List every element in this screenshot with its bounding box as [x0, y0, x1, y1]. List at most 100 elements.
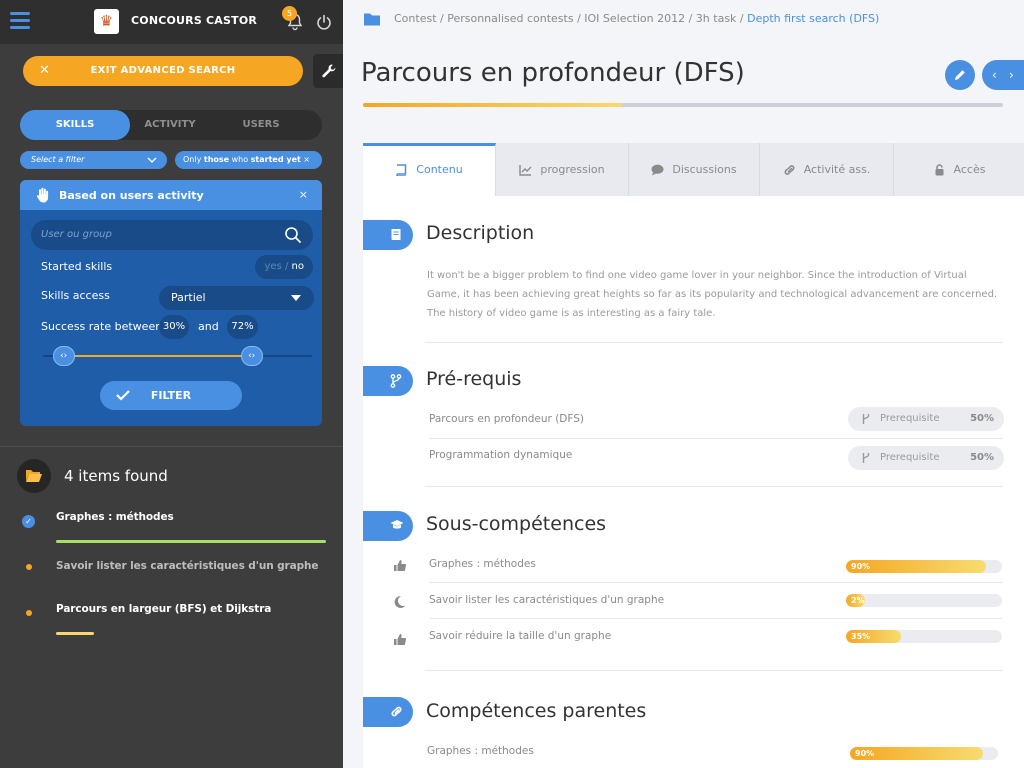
activity-panel-header: Based on users activity ×	[20, 180, 322, 210]
tab-activity[interactable]: ACTIVITY	[130, 110, 210, 140]
sidebar-header: ♛ CONCOURS CASTOR 5	[0, 0, 343, 44]
activity-panel-title: Based on users activity	[59, 189, 204, 202]
tab-skills[interactable]: SKILLS	[20, 110, 130, 140]
section-divider	[425, 342, 1003, 343]
chevron-down-icon	[147, 157, 157, 163]
folder-icon	[364, 13, 380, 26]
tab-discussions-label: Discussions	[672, 163, 737, 176]
book-icon	[396, 164, 407, 176]
subskill-label[interactable]: Graphes : méthodes	[429, 558, 536, 570]
notification-badge: 5	[282, 6, 297, 21]
checked-icon: ✓	[22, 515, 35, 528]
filter-button-label: FILTER	[150, 389, 192, 402]
result-dot	[26, 564, 32, 570]
started-skills-label: Started skills	[41, 260, 113, 273]
chip-bold-2: started yet	[250, 155, 301, 164]
tab-users[interactable]: USERS	[210, 110, 312, 140]
tab-activite-label: Activité ass.	[803, 163, 871, 176]
tab-discussions[interactable]: Discussions	[629, 143, 760, 196]
success-max-value[interactable]: 72%	[227, 315, 258, 339]
range-handle-min[interactable]: ‹›	[52, 346, 75, 366]
chart-icon	[519, 165, 532, 176]
chip-middle: who	[229, 155, 251, 164]
tab-contenu-label: Contenu	[416, 163, 463, 176]
subskill-label[interactable]: Savoir lister les caractéristiques d'un …	[429, 594, 664, 606]
graduation-cap-icon	[390, 520, 404, 529]
wrench-button[interactable]	[313, 54, 343, 88]
skills-access-select[interactable]: Partiel	[159, 286, 314, 310]
close-icon: ✕	[39, 63, 51, 78]
result-progress-bar	[56, 632, 94, 635]
result-item[interactable]: Parcours en largeur (BFS) et Dijkstra	[56, 603, 271, 615]
section-tab-subskills	[363, 511, 413, 541]
section-title-description: Description	[426, 222, 535, 244]
success-min-value[interactable]: 30%	[159, 315, 189, 339]
subskill-progress-bar: 35%	[846, 630, 1002, 643]
skills-access-value: Partiel	[171, 291, 206, 304]
tab-activite[interactable]: Activité ass.	[760, 143, 894, 196]
parent-progress-bar: 90%	[850, 747, 998, 760]
chip-close-icon[interactable]: ×	[303, 151, 310, 169]
tab-contenu[interactable]: Contenu	[363, 143, 496, 196]
section-tab-prerequisites	[363, 366, 413, 396]
activity-panel-close-icon[interactable]: ×	[299, 188, 308, 201]
title-progress-fill	[363, 103, 623, 107]
branch-icon	[862, 453, 870, 463]
result-dot	[26, 610, 32, 616]
breadcrumb-current[interactable]: Depth first search (DFS)	[747, 12, 879, 25]
thumbs-up-icon	[394, 560, 406, 572]
chevron-left-icon[interactable]: ‹	[992, 60, 997, 90]
range-handle-max[interactable]: ‹›	[240, 346, 263, 366]
tab-progression-label: progression	[540, 163, 605, 176]
tab-acces[interactable]: Accès	[894, 143, 1024, 196]
content-tabs: Contenu progression Discussions Activité…	[363, 143, 1024, 196]
started-skills-toggle[interactable]: yes / no	[255, 255, 313, 279]
section-divider	[425, 670, 1003, 671]
success-range-fill	[63, 355, 252, 357]
user-group-search-input[interactable]: User ou group	[31, 220, 313, 250]
check-icon	[116, 390, 130, 401]
prerequisite-label[interactable]: Parcours en profondeur (DFS)	[429, 413, 584, 425]
tab-progression[interactable]: progression	[496, 143, 629, 196]
success-and-label: and	[198, 320, 219, 333]
activity-filter-panel: Based on users activity × User ou group …	[20, 180, 322, 426]
result-item[interactable]: Graphes : méthodes	[56, 511, 174, 523]
active-filter-chip[interactable]: Only those who started yet ×	[175, 151, 322, 169]
filter-select[interactable]: Select a filter	[20, 151, 167, 169]
pencil-icon	[955, 70, 965, 80]
subskill-pct: 90%	[851, 562, 871, 571]
result-item[interactable]: Savoir lister les caractéristiques d'un …	[56, 560, 319, 572]
caret-down-icon	[291, 295, 301, 301]
section-tab-parents	[363, 697, 413, 727]
sidebar-divider	[0, 446, 343, 447]
tab-acces-label: Accès	[953, 163, 986, 176]
subskill-label[interactable]: Savoir réduire la taille d'un graphe	[429, 630, 611, 642]
breadcrumb-path[interactable]: Contest / Personnalised contests / IOI S…	[394, 12, 747, 25]
parent-skill-label[interactable]: Graphes : méthodes	[427, 745, 534, 757]
power-icon[interactable]	[316, 14, 332, 30]
search-icon[interactable]	[284, 226, 302, 244]
success-rate-label: Success rate between	[41, 320, 163, 333]
section-tab-description	[363, 220, 413, 250]
menu-icon[interactable]	[10, 12, 30, 30]
subskill-progress-bar: 2%	[846, 594, 1002, 607]
edit-button[interactable]	[945, 60, 975, 90]
prerequisite-label[interactable]: Programmation dynamique	[429, 449, 572, 461]
prerequisite-pct: 50%	[970, 413, 994, 424]
page-title: Parcours en profondeur (DFS)	[361, 58, 745, 88]
folder-open-icon	[26, 470, 42, 482]
chevron-right-icon[interactable]: ›	[1009, 60, 1014, 90]
link-icon	[784, 165, 795, 175]
filter-button[interactable]: FILTER	[100, 381, 242, 410]
subskill-pct: 35%	[851, 632, 871, 641]
thumbs-up-icon	[394, 634, 406, 646]
prerequisite-tag: Prerequisite	[880, 452, 940, 463]
title-progress	[363, 103, 1003, 107]
chip-prefix: Only	[183, 155, 204, 164]
hand-icon	[36, 187, 49, 203]
breadcrumb: Contest / Personnalised contests / IOI S…	[394, 12, 879, 25]
row-divider	[429, 438, 1003, 439]
exit-advanced-search-label: EXIT ADVANCED SEARCH	[90, 65, 236, 76]
exit-advanced-search-button[interactable]: ✕ EXIT ADVANCED SEARCH	[23, 56, 303, 86]
app-logo: ♛	[94, 9, 119, 34]
